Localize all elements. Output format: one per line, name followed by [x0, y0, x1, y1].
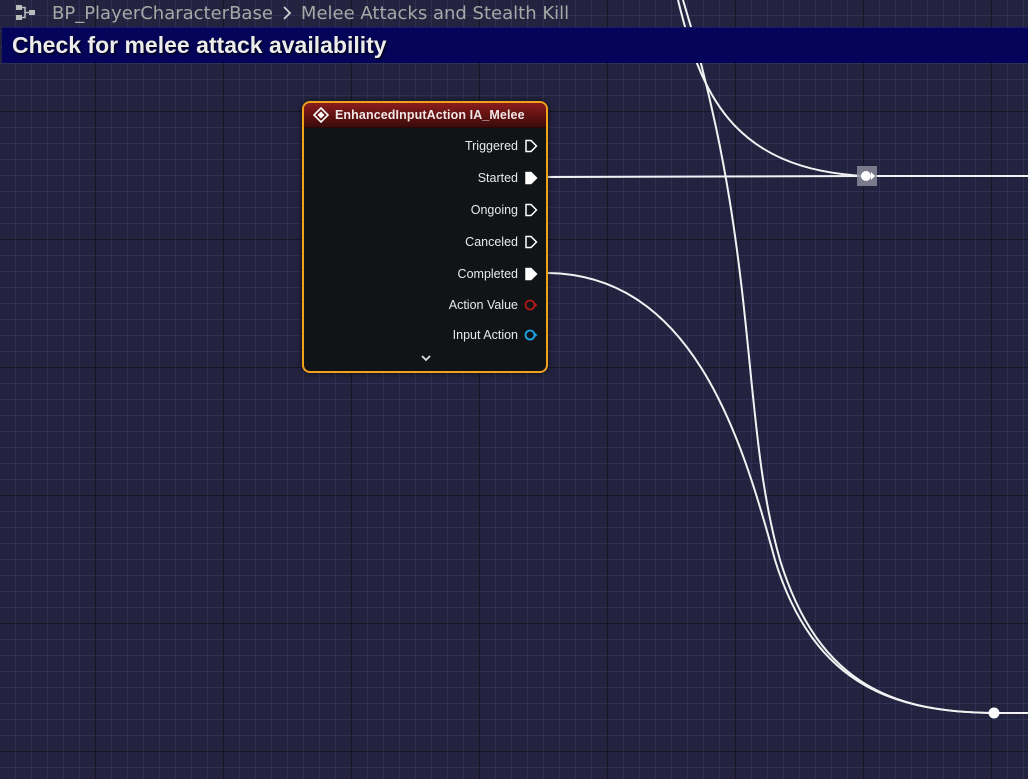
pin-label: Input Action: [452, 328, 518, 342]
exec-pin-icon[interactable]: [524, 235, 538, 249]
exec-wire-completed[interactable]: [547, 272, 995, 714]
reroute-dot-bottom[interactable]: [988, 707, 1000, 719]
comment-box-header[interactable]: Check for melee attack availability: [2, 27, 1028, 63]
exec-pin-connected-icon[interactable]: [524, 171, 538, 185]
object-pin-icon[interactable]: [524, 328, 538, 342]
exec-pin-icon[interactable]: [524, 139, 538, 153]
pin-started[interactable]: Started: [478, 168, 538, 188]
pin-label: Action Value: [448, 298, 518, 312]
pin-action-value[interactable]: Action Value: [449, 295, 538, 315]
exec-pin-connected-icon[interactable]: [524, 267, 538, 281]
graph-icon: [16, 5, 35, 20]
pin-triggered[interactable]: Triggered: [465, 136, 538, 156]
exec-wire-started[interactable]: [547, 175, 867, 178]
struct-pin-icon[interactable]: [524, 298, 538, 312]
node-title: EnhancedInputAction IA_Melee: [335, 108, 525, 122]
reroute-node[interactable]: [857, 166, 877, 186]
node-header[interactable]: EnhancedInputAction IA_Melee: [304, 103, 546, 128]
breadcrumb: BP_PlayerCharacterBase Melee Attacks and…: [0, 0, 1028, 26]
pin-label: Ongoing: [470, 203, 518, 217]
breadcrumb-graph[interactable]: Melee Attacks and Stealth Kill: [301, 3, 569, 24]
pin-label: Canceled: [465, 235, 518, 249]
chevron-right-icon: [283, 6, 292, 20]
event-icon: [313, 107, 329, 123]
pin-label: Triggered: [464, 139, 518, 153]
pin-label: Completed: [457, 267, 518, 281]
exec-pin-icon[interactable]: [524, 203, 538, 217]
comment-text: Check for melee attack availability: [12, 32, 387, 58]
pin-input-action[interactable]: Input Action: [453, 325, 538, 345]
chevron-down-icon[interactable]: [420, 353, 432, 363]
pin-ongoing[interactable]: Ongoing: [471, 200, 538, 220]
exec-wire-long-down[interactable]: [682, 0, 995, 714]
enhanced-input-action-node[interactable]: EnhancedInputAction IA_Melee Triggered S…: [302, 101, 548, 373]
pin-canceled[interactable]: Canceled: [465, 232, 538, 252]
breadcrumb-blueprint[interactable]: BP_PlayerCharacterBase: [52, 3, 273, 24]
pin-label: Started: [477, 171, 518, 185]
pin-completed[interactable]: Completed: [458, 264, 538, 284]
